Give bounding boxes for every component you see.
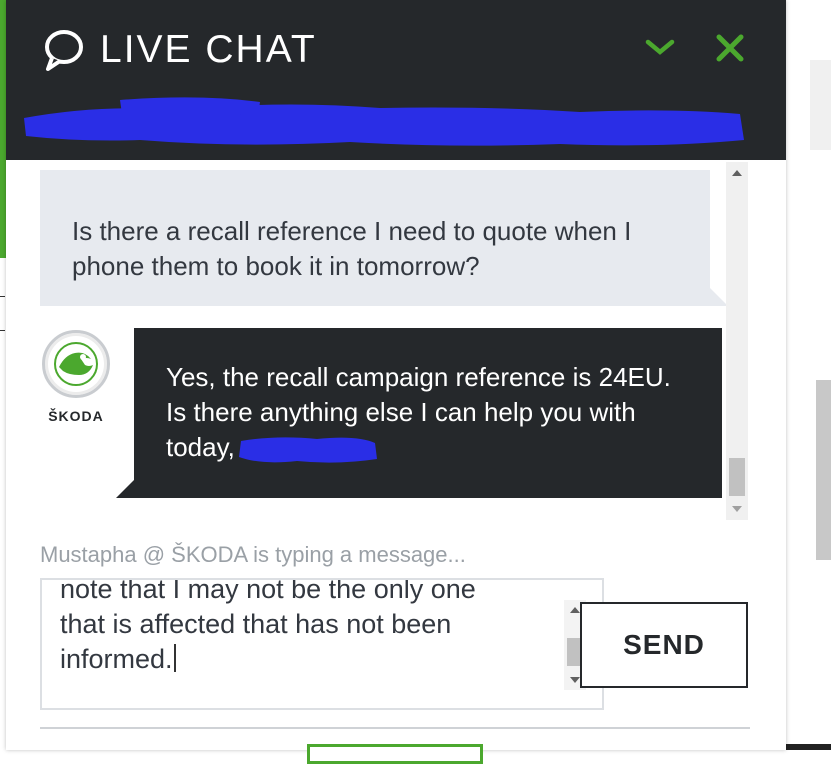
page-scrollbar-thumb[interactable]	[816, 380, 831, 560]
background-page-footer	[786, 744, 831, 750]
bubble-tail	[116, 480, 134, 498]
agent-avatar: ŠKODA	[40, 330, 112, 430]
chat-title-text: LIVE CHAT	[100, 28, 317, 71]
chat-header: LIVE CHAT	[6, 0, 786, 160]
scroll-up-arrow[interactable]	[726, 162, 748, 184]
message-input-text[interactable]: note that I may not be the only one that…	[60, 580, 570, 677]
minimize-button[interactable]	[642, 32, 678, 68]
agent-message-text: Yes, the recall campaign reference is 24…	[166, 360, 686, 465]
scrollbar-thumb[interactable]	[729, 458, 745, 496]
user-message-bubble: Is there a recall reference I need to qu…	[40, 170, 728, 306]
redaction-scribble	[24, 97, 744, 146]
user-message-text: Is there a recall reference I need to qu…	[72, 216, 632, 281]
background-tick	[0, 296, 5, 297]
background-page-panel	[810, 60, 831, 150]
close-button[interactable]	[712, 32, 748, 68]
message-scrollbar[interactable]	[726, 162, 748, 520]
live-chat-widget: LIVE CHAT Is there a recall reference I	[6, 0, 786, 764]
chevron-down-icon	[645, 38, 675, 62]
text-caret	[173, 644, 176, 672]
message-input-value[interactable]: note that I may not be the only one that…	[60, 580, 476, 674]
agent-brand-label: ŠKODA	[48, 408, 104, 424]
background-tick	[0, 330, 5, 331]
skoda-logo-icon	[42, 330, 110, 398]
scroll-down-arrow[interactable]	[726, 498, 748, 520]
send-button[interactable]: SEND	[580, 602, 748, 688]
speech-bubble-icon	[42, 28, 86, 72]
close-icon	[715, 33, 745, 67]
divider	[40, 727, 750, 729]
message-input[interactable]: note that I may not be the only one that…	[40, 578, 604, 710]
typing-indicator: Mustapha @ ŠKODA is typing a message...	[40, 542, 466, 567]
agent-message-bubble: Yes, the recall campaign reference is 24…	[116, 328, 722, 498]
redaction-scribble	[238, 437, 377, 463]
chat-title: LIVE CHAT	[42, 28, 317, 72]
bottom-action-button[interactable]	[307, 744, 483, 764]
message-list: Is there a recall reference I need to qu…	[6, 160, 756, 520]
